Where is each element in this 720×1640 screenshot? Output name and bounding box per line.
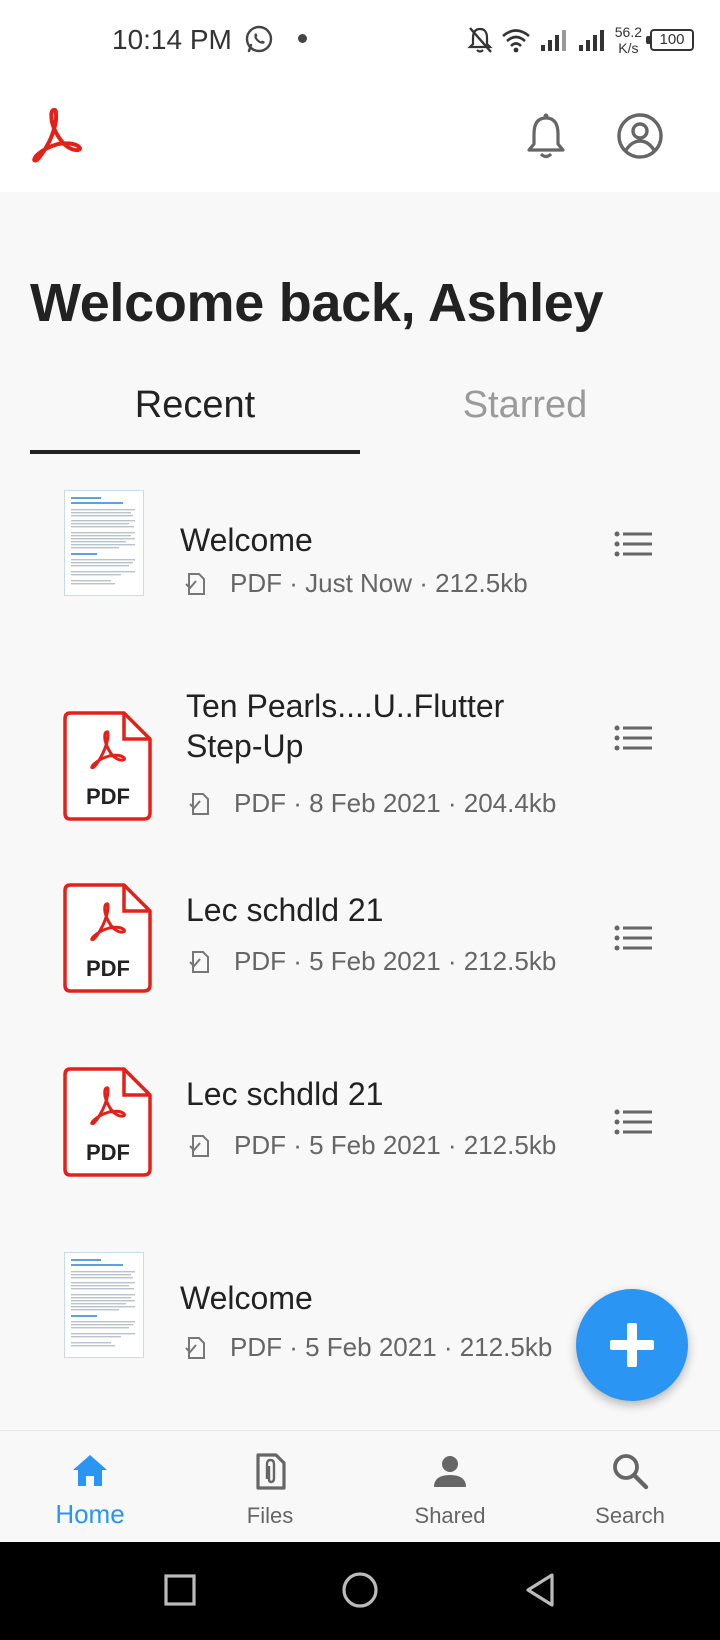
- tab-recent[interactable]: Recent: [30, 370, 360, 456]
- home-icon: [73, 1455, 107, 1486]
- nav-files-label: Files: [246, 1503, 294, 1528]
- search-icon: [613, 1454, 649, 1490]
- device-file-icon: [189, 1134, 209, 1157]
- back-triangle-icon[interactable]: [520, 1570, 560, 1610]
- app-bar: [0, 80, 720, 192]
- page-title: Welcome back, Ashley: [30, 273, 604, 333]
- pdf-file-icon: PDF: [63, 1067, 152, 1177]
- device-file-icon: [185, 1336, 205, 1359]
- tab-starred[interactable]: Starred: [360, 370, 690, 456]
- plus-icon: [610, 1323, 654, 1367]
- bottom-navigation: Home Files Shared Search: [0, 1430, 720, 1542]
- document-preview-icon: [71, 1259, 135, 1347]
- file-meta: PDF · 5 Feb 2021 · 212.5kb: [188, 1130, 556, 1161]
- tab-indicator: [30, 450, 360, 454]
- list-menu-icon[interactable]: [614, 924, 654, 952]
- file-meta-text: PDF · 8 Feb 2021 · 204.4kb: [234, 788, 557, 818]
- nav-search-label: Search: [595, 1503, 665, 1528]
- file-name: Welcome: [180, 1280, 313, 1316]
- profile-icon[interactable]: [614, 110, 666, 162]
- pdf-file-icon: PDF: [63, 883, 152, 993]
- file-list-item[interactable]: PDF Lec schdld 21 PDF · 5 Feb 2021 · 212…: [0, 880, 720, 1010]
- list-menu-icon[interactable]: [614, 530, 654, 558]
- tab-bar: Recent Starred: [30, 370, 690, 456]
- list-menu-icon[interactable]: [614, 724, 654, 752]
- device-file-icon: [189, 950, 209, 973]
- file-meta: PDF · Just Now · 212.5kb: [184, 568, 528, 599]
- whatsapp-icon: [245, 25, 273, 53]
- wifi-icon: [501, 29, 530, 53]
- pdf-badge-text: PDF: [86, 956, 130, 981]
- list-menu-icon[interactable]: [614, 1108, 654, 1136]
- nav-shared[interactable]: Shared: [360, 1431, 540, 1543]
- file-list-item[interactable]: Welcome PDF · Just Now · 212.5kb: [0, 490, 720, 620]
- status-bar: 10:14 PM 56.2 K/s 100: [0, 0, 720, 80]
- device-file-icon: [189, 792, 209, 815]
- document-preview-icon: [71, 497, 135, 585]
- file-meta-text: PDF · 5 Feb 2021 · 212.5kb: [234, 1130, 557, 1160]
- file-name: Welcome: [180, 522, 313, 558]
- status-time: 10:14 PM: [112, 24, 232, 55]
- silent-bell-icon: [467, 27, 493, 53]
- nav-home-label: Home: [55, 1499, 125, 1529]
- network-speed: 56.2 K/s: [614, 24, 642, 56]
- battery-indicator: 100: [646, 29, 694, 51]
- document-thumbnail: [64, 1252, 144, 1358]
- system-navigation-bar: [0, 1542, 720, 1640]
- file-meta: PDF · 5 Feb 2021 · 212.5kb: [184, 1332, 552, 1363]
- pdf-file-icon: PDF: [63, 711, 152, 821]
- notification-dot: [298, 34, 307, 43]
- file-name: Lec schdld 21: [186, 892, 384, 928]
- file-meta: PDF · 5 Feb 2021 · 212.5kb: [188, 946, 556, 977]
- pdf-badge-text: PDF: [86, 1140, 130, 1165]
- nav-search[interactable]: Search: [540, 1431, 720, 1543]
- file-list-item[interactable]: PDF Lec schdld 21 PDF · 5 Feb 2021 · 212…: [0, 1064, 720, 1194]
- pdf-badge-text: PDF: [86, 784, 130, 809]
- signal-icon-2: [578, 30, 604, 51]
- nav-shared-label: Shared: [414, 1503, 486, 1528]
- nav-files[interactable]: Files: [180, 1431, 360, 1543]
- device-file-icon: [185, 572, 205, 595]
- file-name: Ten Pearls....U..Flutter Step-Up: [186, 688, 505, 764]
- home-circle-icon[interactable]: [340, 1570, 380, 1610]
- file-meta-text: PDF · 5 Feb 2021 · 212.5kb: [230, 1332, 553, 1362]
- notifications-bell-icon[interactable]: [520, 110, 572, 162]
- acrobat-logo: [32, 107, 82, 163]
- files-icon: [256, 1453, 286, 1490]
- file-name: Lec schdld 21: [186, 1076, 384, 1112]
- add-file-button[interactable]: [576, 1289, 688, 1401]
- status-indicators: 56.2 K/s 100: [467, 20, 694, 60]
- file-list-item[interactable]: PDF Ten Pearls....U..Flutter Step-Up PDF…: [0, 680, 720, 830]
- document-thumbnail: [64, 490, 144, 596]
- person-icon: [434, 1456, 466, 1487]
- signal-icon: [540, 30, 566, 51]
- file-meta-text: PDF · 5 Feb 2021 · 212.5kb: [234, 946, 557, 976]
- file-meta-text: PDF · Just Now · 212.5kb: [230, 568, 528, 598]
- file-meta: PDF · 8 Feb 2021 · 204.4kb: [188, 788, 556, 819]
- recents-square-icon[interactable]: [160, 1570, 200, 1610]
- nav-home[interactable]: Home: [0, 1431, 180, 1543]
